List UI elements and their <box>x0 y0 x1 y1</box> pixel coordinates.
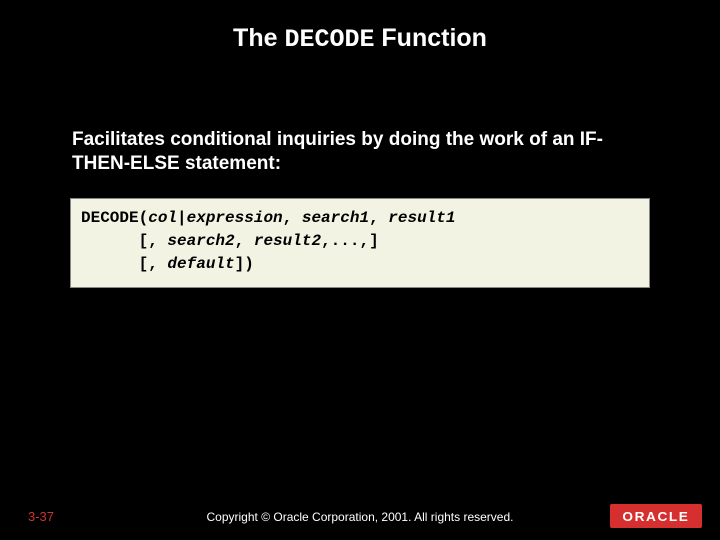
code-sep: , <box>369 209 388 227</box>
code-arg-search2: search2 <box>167 232 234 250</box>
oracle-logo: ORACLE <box>610 504 702 528</box>
code-line3-open: [, <box>81 255 167 273</box>
title-prefix: The <box>233 24 284 52</box>
code-block: DECODE(col|expression, search1, result1 … <box>70 198 650 288</box>
code-arg-expression: col|expression <box>148 209 282 227</box>
code-sep: , <box>283 209 302 227</box>
slide: The DECODE Function Facilitates conditio… <box>0 0 720 540</box>
code-arg-result2: result2 <box>254 232 321 250</box>
slide-description: Facilitates conditional inquiries by doi… <box>72 128 648 176</box>
code-line2-close: ,...,] <box>321 232 379 250</box>
title-keyword: DECODE <box>284 25 374 54</box>
oracle-logo-text: ORACLE <box>622 509 689 524</box>
code-arg-default: default <box>167 255 234 273</box>
code-fn: DECODE( <box>81 209 148 227</box>
code-line3-close: ]) <box>235 255 254 273</box>
code-line2-open: [, <box>81 232 167 250</box>
code-sep: , <box>235 232 254 250</box>
code-arg-search1: search1 <box>302 209 369 227</box>
title-suffix: Function <box>374 24 486 52</box>
code-arg-result1: result1 <box>388 209 455 227</box>
slide-title: The DECODE Function <box>0 24 720 54</box>
